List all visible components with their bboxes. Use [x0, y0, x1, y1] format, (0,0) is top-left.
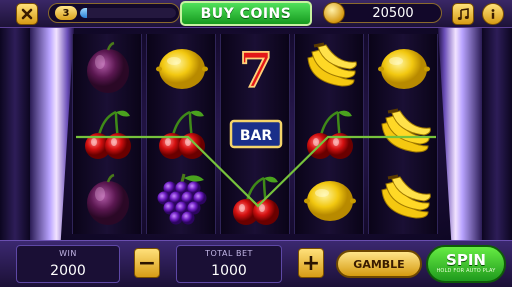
- total-bet-panel: TOTAL BET 1000: [176, 245, 282, 283]
- left-pillar: [0, 28, 30, 240]
- left-light-panel: [30, 28, 74, 240]
- plum-icon: [87, 41, 129, 93]
- close-button[interactable]: [16, 3, 38, 25]
- total-bet-label: TOTAL BET: [205, 249, 253, 258]
- seven-icon: 7: [238, 42, 273, 96]
- plum-symbol: [78, 170, 138, 230]
- gamble-button[interactable]: GAMBLE: [336, 250, 422, 278]
- lemon-icon: [156, 49, 208, 89]
- spin-sublabel: HOLD FOR AUTO PLAY: [436, 268, 496, 274]
- cherry-symbol: [226, 170, 286, 230]
- banana-symbol: [300, 38, 360, 98]
- grapes-icon: [157, 173, 207, 225]
- seven-symbol: 7: [226, 38, 286, 98]
- svg-text:7: 7: [239, 43, 272, 96]
- right-light-panel: [438, 28, 482, 240]
- banana-icon: [307, 42, 357, 87]
- cherry-symbol: [78, 104, 138, 164]
- lemon-icon: [304, 181, 356, 221]
- increase-bet-button[interactable]: +: [298, 248, 324, 278]
- cherry-symbol: [152, 104, 212, 164]
- right-pillar: [482, 28, 512, 240]
- bottom-bar: WIN 2000 − TOTAL BET 1000 + GAMBLE SPIN …: [0, 240, 512, 287]
- lemon-symbol: [300, 170, 360, 230]
- coin-value: 20500: [372, 6, 414, 21]
- win-panel: WIN 2000: [16, 245, 120, 283]
- top-bar: 3 BUY COINS 20500: [0, 0, 512, 28]
- banana-icon: [381, 174, 431, 219]
- close-icon: [21, 8, 33, 20]
- lemon-icon: [378, 49, 430, 89]
- bar-symbol-text: BAR: [240, 128, 273, 144]
- plum-symbol: [78, 38, 138, 98]
- cherry-icon: [85, 110, 131, 159]
- coin-icon: [323, 2, 345, 24]
- decrease-bet-button[interactable]: −: [134, 248, 160, 278]
- win-label: WIN: [59, 249, 77, 258]
- reel-3: 7 BAR: [220, 34, 290, 234]
- spin-label: SPIN: [446, 251, 486, 269]
- win-value: 2000: [50, 263, 86, 279]
- info-button[interactable]: [482, 3, 504, 25]
- banana-symbol: [374, 104, 434, 164]
- bar-icon: BAR: [229, 119, 283, 149]
- buy-coins-button[interactable]: BUY COINS: [180, 1, 312, 26]
- plum-icon: [87, 173, 129, 225]
- level-fill: [80, 8, 87, 18]
- banana-icon: [381, 108, 431, 153]
- cherry-icon: [159, 110, 205, 159]
- bar-symbol: BAR: [226, 104, 286, 164]
- slot-machine: 7 BAR: [0, 28, 512, 240]
- banana-symbol: [374, 170, 434, 230]
- level-track: [80, 8, 176, 18]
- lemon-symbol: [152, 38, 212, 98]
- spin-button[interactable]: SPIN HOLD FOR AUTO PLAY: [426, 245, 506, 283]
- reels-area: 7 BAR: [72, 34, 440, 234]
- music-icon: [457, 7, 469, 20]
- lemon-symbol: [374, 38, 434, 98]
- music-button[interactable]: [452, 3, 474, 25]
- total-bet-value: 1000: [211, 263, 247, 279]
- reel-1: [72, 34, 142, 234]
- reel-2: [146, 34, 216, 234]
- level-progress: 3: [48, 3, 180, 23]
- coin-balance: 20500: [323, 2, 442, 24]
- cherry-icon: [233, 176, 279, 225]
- grapes-symbol: [152, 170, 212, 230]
- reel-5: [368, 34, 438, 234]
- info-icon: [491, 9, 495, 19]
- cherry-symbol: [300, 104, 360, 164]
- reel-4: [294, 34, 364, 234]
- level-number: 3: [55, 6, 77, 20]
- cherry-icon: [307, 110, 353, 159]
